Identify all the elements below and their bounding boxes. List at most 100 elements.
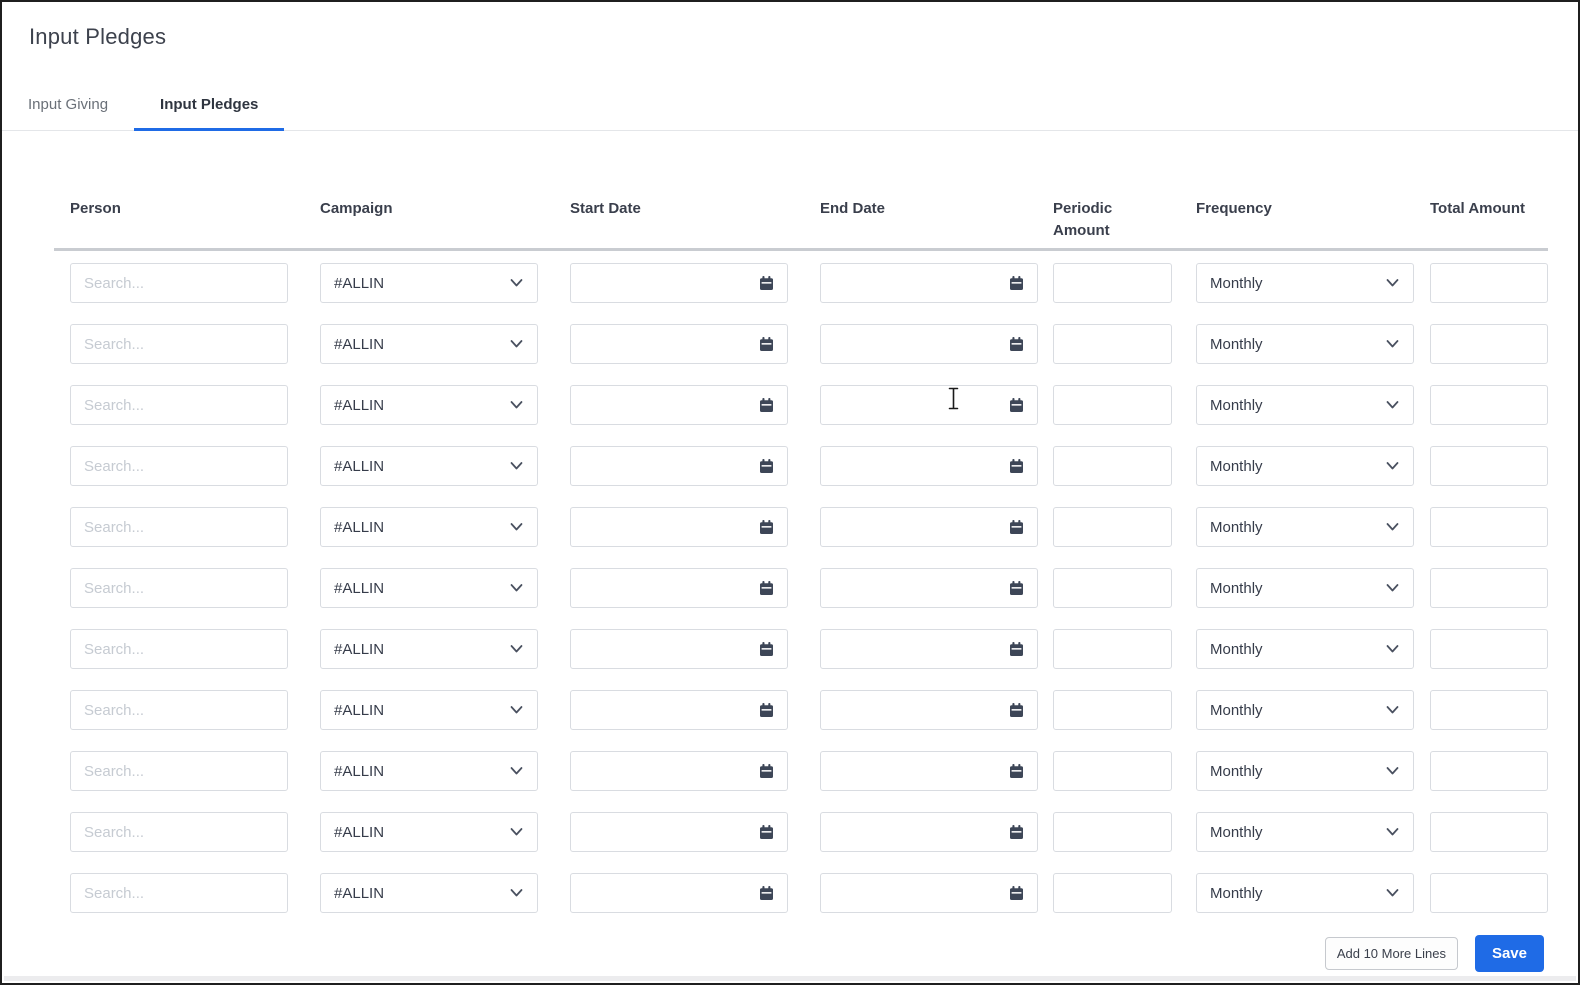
end-date-input[interactable] [821, 335, 1009, 353]
calendar-icon[interactable] [759, 519, 774, 535]
campaign-select[interactable]: #ALLIN [320, 568, 538, 608]
periodic-amount-input[interactable] [1053, 751, 1172, 791]
campaign-select-control[interactable]: #ALLIN [321, 264, 537, 302]
frequency-select[interactable]: Monthly [1196, 324, 1414, 364]
total-amount-input[interactable] [1430, 873, 1548, 913]
frequency-select[interactable]: Monthly [1196, 568, 1414, 608]
campaign-select[interactable]: #ALLIN [320, 263, 538, 303]
campaign-select-control[interactable]: #ALLIN [321, 813, 537, 851]
campaign-select-control[interactable]: #ALLIN [321, 874, 537, 912]
frequency-select-control[interactable]: Monthly [1197, 447, 1413, 485]
frequency-select[interactable]: Monthly [1196, 263, 1414, 303]
person-search-input[interactable] [70, 507, 288, 547]
campaign-select[interactable]: #ALLIN [320, 812, 538, 852]
periodic-amount-input[interactable] [1053, 568, 1172, 608]
start-date-input[interactable] [571, 457, 759, 475]
tab-input-pledges[interactable]: Input Pledges [134, 84, 285, 131]
frequency-select-control[interactable]: Monthly [1197, 630, 1413, 668]
calendar-icon[interactable] [1009, 702, 1024, 718]
frequency-select[interactable]: Monthly [1196, 873, 1414, 913]
frequency-select[interactable]: Monthly [1196, 690, 1414, 730]
calendar-icon[interactable] [759, 580, 774, 596]
horizontal-scrollbar[interactable] [4, 976, 1576, 981]
start-date-input[interactable] [571, 762, 759, 780]
frequency-select[interactable]: Monthly [1196, 507, 1414, 547]
campaign-select[interactable]: #ALLIN [320, 629, 538, 669]
total-amount-input[interactable] [1430, 324, 1548, 364]
periodic-amount-input[interactable] [1053, 812, 1172, 852]
total-amount-input[interactable] [1430, 568, 1548, 608]
end-date-input[interactable] [821, 884, 1009, 902]
total-amount-input[interactable] [1430, 751, 1548, 791]
person-search-input[interactable] [70, 629, 288, 669]
total-amount-input[interactable] [1430, 629, 1548, 669]
campaign-select-control[interactable]: #ALLIN [321, 569, 537, 607]
periodic-amount-input[interactable] [1053, 263, 1172, 303]
start-date-input[interactable] [571, 823, 759, 841]
calendar-icon[interactable] [1009, 641, 1024, 657]
campaign-select[interactable]: #ALLIN [320, 873, 538, 913]
person-search-input[interactable] [70, 446, 288, 486]
calendar-icon[interactable] [759, 458, 774, 474]
add-10-more-lines-button[interactable]: Add 10 More Lines [1324, 937, 1458, 970]
calendar-icon[interactable] [1009, 763, 1024, 779]
frequency-select[interactable]: Monthly [1196, 629, 1414, 669]
calendar-icon[interactable] [759, 763, 774, 779]
periodic-amount-input[interactable] [1053, 507, 1172, 547]
save-button[interactable]: Save [1474, 935, 1544, 972]
calendar-icon[interactable] [759, 702, 774, 718]
frequency-select-control[interactable]: Monthly [1197, 691, 1413, 729]
end-date-input[interactable] [821, 701, 1009, 719]
campaign-select[interactable]: #ALLIN [320, 385, 538, 425]
total-amount-input[interactable] [1430, 507, 1548, 547]
periodic-amount-input[interactable] [1053, 629, 1172, 669]
end-date-input[interactable] [821, 518, 1009, 536]
campaign-select[interactable]: #ALLIN [320, 446, 538, 486]
calendar-icon[interactable] [1009, 885, 1024, 901]
calendar-icon[interactable] [1009, 336, 1024, 352]
end-date-input[interactable] [821, 823, 1009, 841]
end-date-input[interactable] [821, 396, 1009, 414]
frequency-select-control[interactable]: Monthly [1197, 508, 1413, 546]
start-date-input[interactable] [571, 579, 759, 597]
calendar-icon[interactable] [1009, 275, 1024, 291]
person-search-input[interactable] [70, 324, 288, 364]
start-date-input[interactable] [571, 274, 759, 292]
frequency-select[interactable]: Monthly [1196, 446, 1414, 486]
person-search-input[interactable] [70, 751, 288, 791]
frequency-select-control[interactable]: Monthly [1197, 874, 1413, 912]
campaign-select[interactable]: #ALLIN [320, 507, 538, 547]
calendar-icon[interactable] [759, 275, 774, 291]
frequency-select-control[interactable]: Monthly [1197, 569, 1413, 607]
frequency-select-control[interactable]: Monthly [1197, 386, 1413, 424]
frequency-select-control[interactable]: Monthly [1197, 264, 1413, 302]
periodic-amount-input[interactable] [1053, 690, 1172, 730]
end-date-input[interactable] [821, 762, 1009, 780]
calendar-icon[interactable] [1009, 824, 1024, 840]
campaign-select-control[interactable]: #ALLIN [321, 630, 537, 668]
start-date-input[interactable] [571, 518, 759, 536]
periodic-amount-input[interactable] [1053, 873, 1172, 913]
calendar-icon[interactable] [759, 885, 774, 901]
calendar-icon[interactable] [1009, 397, 1024, 413]
start-date-input[interactable] [571, 701, 759, 719]
total-amount-input[interactable] [1430, 446, 1548, 486]
frequency-select-control[interactable]: Monthly [1197, 752, 1413, 790]
frequency-select-control[interactable]: Monthly [1197, 325, 1413, 363]
campaign-select-control[interactable]: #ALLIN [321, 752, 537, 790]
start-date-input[interactable] [571, 335, 759, 353]
calendar-icon[interactable] [1009, 580, 1024, 596]
calendar-icon[interactable] [759, 824, 774, 840]
tab-input-giving[interactable]: Input Giving [2, 84, 134, 130]
campaign-select-control[interactable]: #ALLIN [321, 447, 537, 485]
end-date-input[interactable] [821, 579, 1009, 597]
periodic-amount-input[interactable] [1053, 385, 1172, 425]
end-date-input[interactable] [821, 640, 1009, 658]
person-search-input[interactable] [70, 263, 288, 303]
periodic-amount-input[interactable] [1053, 324, 1172, 364]
campaign-select-control[interactable]: #ALLIN [321, 691, 537, 729]
person-search-input[interactable] [70, 873, 288, 913]
person-search-input[interactable] [70, 385, 288, 425]
start-date-input[interactable] [571, 396, 759, 414]
campaign-select-control[interactable]: #ALLIN [321, 325, 537, 363]
